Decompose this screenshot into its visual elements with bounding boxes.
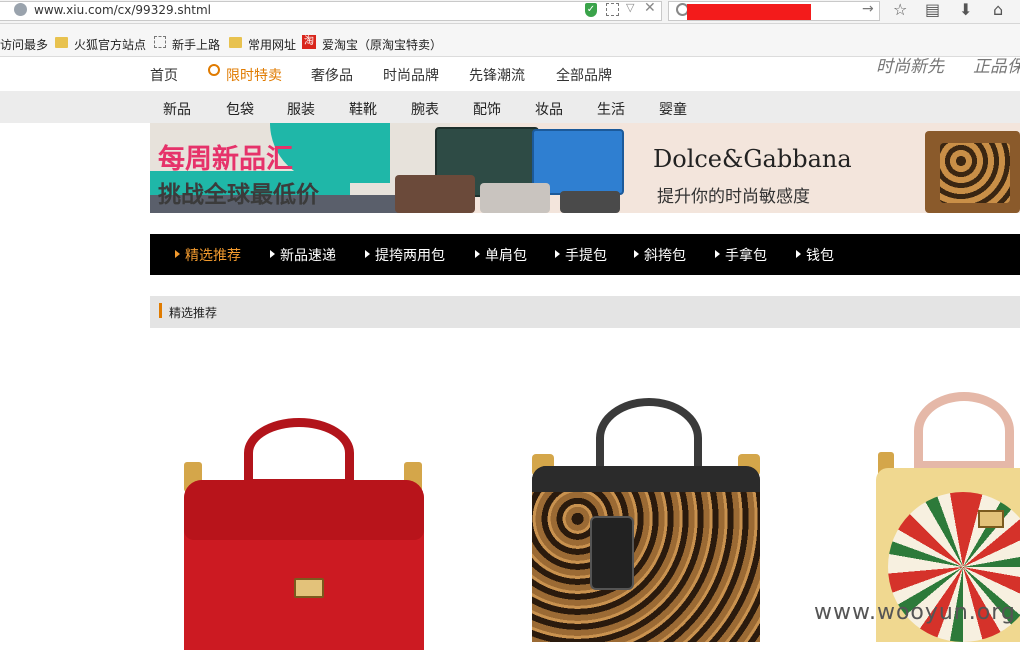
bookmark-most-visited[interactable]: 访问最多 bbox=[0, 36, 48, 53]
folder-icon bbox=[229, 37, 242, 48]
bag-top-trim bbox=[532, 466, 760, 492]
product-card[interactable] bbox=[176, 410, 456, 650]
category-watches[interactable]: 腕表 bbox=[411, 99, 439, 119]
dropdown-icon[interactable]: ▽ bbox=[626, 1, 634, 14]
banner-brand: Dolce&Gabbana bbox=[653, 145, 852, 173]
redacted-search-text bbox=[687, 4, 811, 20]
product-image-leopard-bag bbox=[532, 466, 760, 642]
reading-list-icon[interactable]: ▤ bbox=[925, 0, 940, 19]
nav-fashion-brands[interactable]: 时尚品牌 bbox=[383, 65, 439, 85]
folder-icon bbox=[55, 37, 68, 48]
banner-bag-image bbox=[560, 191, 620, 213]
category-bags[interactable]: 包袋 bbox=[226, 99, 254, 119]
bag-logo-plate bbox=[294, 578, 324, 598]
url-text[interactable]: www.xiu.com/cx/99329.shtml bbox=[34, 3, 211, 17]
nav-all-brands[interactable]: 全部品牌 bbox=[556, 65, 612, 85]
banner-bag-image bbox=[480, 183, 550, 213]
tab-featured[interactable]: 精选推荐 bbox=[185, 245, 241, 265]
category-accessories[interactable]: 配饰 bbox=[473, 99, 501, 119]
banner-bag-image bbox=[395, 175, 475, 213]
slogan-genuine: 正品保 bbox=[973, 57, 1020, 77]
shield-icon[interactable]: ✓ bbox=[585, 3, 597, 17]
bag-flap bbox=[184, 480, 424, 540]
bookmark-common-sites[interactable]: 常用网址 bbox=[248, 36, 296, 53]
category-clothing[interactable]: 服装 bbox=[287, 99, 315, 119]
caret-right-icon bbox=[634, 250, 639, 258]
section-marker bbox=[159, 303, 162, 318]
taobao-icon: 淘 bbox=[302, 35, 316, 49]
star-icon[interactable]: ☆ bbox=[893, 0, 907, 19]
tab-clutches[interactable]: 手拿包 bbox=[725, 245, 767, 265]
bookmark-firefox-site[interactable]: 火狐官方站点 bbox=[74, 36, 146, 53]
watermark: www.wooyun.org bbox=[814, 600, 1016, 625]
page-icon bbox=[154, 36, 166, 48]
product-card[interactable] bbox=[510, 396, 790, 642]
category-kids[interactable]: 婴童 bbox=[659, 99, 687, 119]
category-bar bbox=[0, 91, 1020, 123]
tab-crossbody-bags[interactable]: 斜挎包 bbox=[644, 245, 686, 265]
bag-logo-plate bbox=[978, 510, 1004, 528]
bookmark-ai-taobao[interactable]: 爱淘宝（原淘宝特卖） bbox=[322, 36, 442, 53]
home-icon[interactable]: ⌂ bbox=[993, 0, 1003, 19]
banner-tagline: 提升你的时尚敏感度 bbox=[657, 187, 810, 207]
nav-trends[interactable]: 先锋潮流 bbox=[469, 65, 525, 85]
category-living[interactable]: 生活 bbox=[597, 99, 625, 119]
banner-title: 每周新品汇 bbox=[158, 144, 293, 175]
banner-bag-image bbox=[940, 143, 1010, 203]
banner-subtitle: 挑战全球最低价 bbox=[158, 182, 319, 208]
bookmark-getting-started[interactable]: 新手上路 bbox=[172, 36, 220, 53]
caret-right-icon bbox=[796, 250, 801, 258]
tab-wallets[interactable]: 钱包 bbox=[806, 245, 834, 265]
nav-flash-sale[interactable]: 限时特卖 bbox=[226, 65, 282, 85]
globe-icon bbox=[14, 3, 27, 16]
clock-icon bbox=[208, 64, 220, 76]
close-icon[interactable]: ✕ bbox=[644, 0, 656, 16]
search-go-icon[interactable]: → bbox=[862, 1, 874, 17]
caret-right-icon bbox=[715, 250, 720, 258]
category-cosmetics[interactable]: 妆品 bbox=[535, 99, 563, 119]
category-shoes[interactable]: 鞋靴 bbox=[349, 99, 377, 119]
section-header bbox=[150, 296, 1020, 328]
bag-handle bbox=[244, 418, 354, 488]
nav-luxury[interactable]: 奢侈品 bbox=[311, 65, 353, 85]
download-icon[interactable]: ⬇ bbox=[959, 0, 972, 19]
slogan-fashion: 时尚新先 bbox=[876, 57, 944, 77]
bag-handle bbox=[914, 392, 1014, 470]
qr-code-icon[interactable] bbox=[606, 3, 619, 16]
nav-home[interactable]: 首页 bbox=[150, 65, 178, 85]
tab-convertible-bags[interactable]: 提挎两用包 bbox=[375, 245, 445, 265]
promo-banner[interactable]: 每周新品汇 挑战全球最低价 Dolce&Gabbana 提升你的时尚敏感度 bbox=[150, 123, 1020, 213]
bag-tag bbox=[590, 516, 634, 590]
section-title: 精选推荐 bbox=[169, 306, 218, 320]
caret-right-icon bbox=[475, 250, 480, 258]
category-new[interactable]: 新品 bbox=[163, 99, 191, 119]
bookmarks-bar bbox=[0, 24, 1020, 57]
tab-handbags[interactable]: 手提包 bbox=[565, 245, 607, 265]
caret-right-icon bbox=[555, 250, 560, 258]
caret-right-icon bbox=[270, 250, 275, 258]
caret-right-icon bbox=[175, 250, 180, 258]
tab-new-arrivals[interactable]: 新品速递 bbox=[280, 245, 336, 265]
caret-right-icon bbox=[365, 250, 370, 258]
tab-shoulder-bags[interactable]: 单肩包 bbox=[485, 245, 527, 265]
